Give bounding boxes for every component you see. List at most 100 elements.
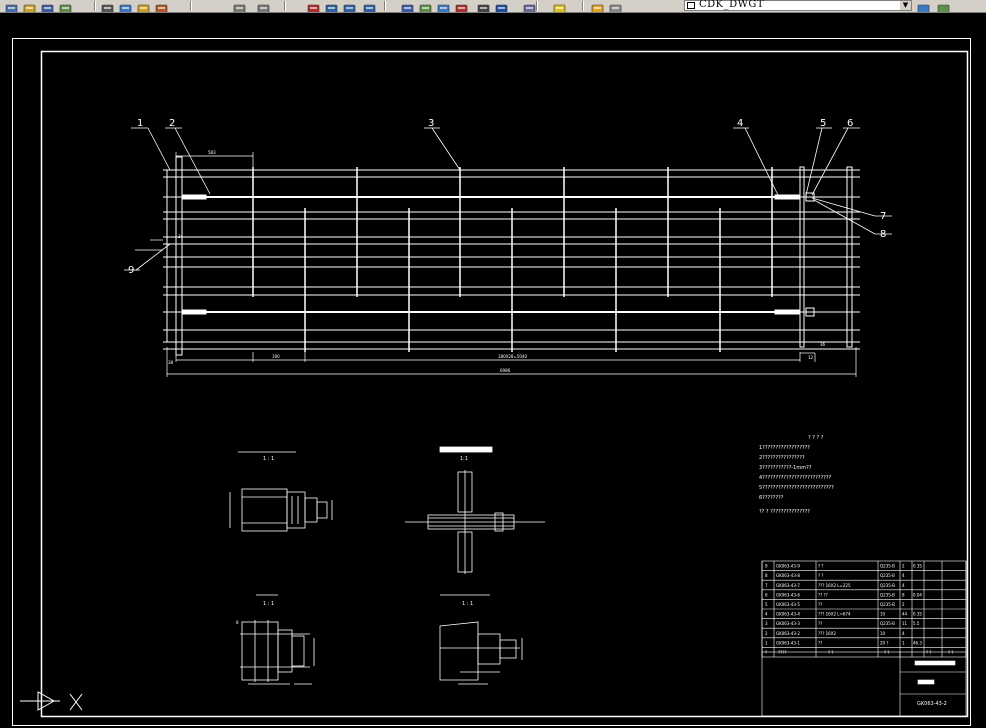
bom-weight: 0.04 [913,592,922,597]
bom-name: ? ? [818,573,824,578]
cut-icon[interactable] [100,0,115,12]
baffles [252,167,773,352]
drawing-number: GK063-43-2 [917,701,947,707]
bom-qty: 11 [902,621,908,626]
copy-icon[interactable] [118,0,133,12]
dim-first-gap: 190 [272,354,280,359]
zoom-window-icon[interactable] [342,0,357,12]
layer-on-icon[interactable] [552,0,567,12]
bom-no: 1 [765,640,768,645]
dim-overall: 6986 [500,368,511,373]
toolbar-separator [284,1,286,11]
bom-code: GK063-43-5 [776,602,800,607]
bom-code: GK063-43-2 [776,631,800,636]
layer-lock-icon[interactable] [608,0,623,12]
balloon-4: 4 [737,118,743,129]
bom-no: 2 [765,631,768,636]
save-icon[interactable] [40,0,55,12]
left-end-plate [175,156,183,356]
bom-code: GK063-43-4 [776,612,800,617]
tie-rod-end-left-top [181,194,207,200]
chevron-down-icon[interactable]: ▼ [900,1,911,10]
bom-weight: 0.35 [913,612,922,617]
properties-icon[interactable] [400,0,415,12]
bom-material: 10 [880,612,886,617]
bom-header-weight: ? ? [948,650,954,655]
bom-name: ?? [818,640,822,645]
bom-header-name: ? ? [828,650,834,655]
detail-view-d: 1 : 1 [439,594,523,685]
drawing-canvas[interactable]: 583 38 190 180X28=5040 6986 12 36 34 1 2… [0,12,986,728]
paste-icon[interactable] [136,0,151,12]
dim-right-end: 36 [820,342,826,347]
tie-rod-end-right-top [774,194,800,200]
bom-no: 6 [765,592,768,597]
calculator-icon[interactable] [476,0,491,12]
detail-c-scale: 1 : 1 [263,601,274,607]
layer-name: CDK_DWGT [699,0,765,10]
bom-material: Q235-B [880,583,895,588]
new-icon[interactable] [4,0,19,12]
bom-qty: 4 [902,583,905,588]
bom-no: 7 [765,583,768,588]
zoom-realtime-icon[interactable] [324,0,339,12]
detail-view-a: 1 : 1 [229,451,333,532]
redo-icon[interactable] [256,0,271,12]
bom-name: ??? 16X2 L=225 [818,583,851,588]
bom-code: GK063-43-7 [776,583,800,588]
bom-weight: 46.3 [913,640,922,645]
outer-border [12,38,971,726]
note-6: 6???????? [759,495,784,501]
toolbar-separator [94,1,96,11]
pan-icon[interactable] [306,0,321,12]
bom-name: ??? 16X2 [818,631,836,636]
balloon-7: 7 [880,211,886,222]
dim-left-pitch: 34 [178,234,184,239]
plot-icon[interactable] [58,0,73,12]
bom-code: GK063-43-1 [776,640,800,645]
detail-view-c: 1 : 1 8 [236,594,315,685]
layer-freeze-icon[interactable] [590,0,605,12]
balloon-6: 6 [847,118,853,129]
undo-icon[interactable] [232,0,247,12]
bom-name: ??? 16X2 L=674 [818,612,851,617]
tool-palettes-icon[interactable] [436,0,451,12]
bom-qty: 8 [902,592,905,597]
design-center-icon[interactable] [418,0,433,12]
help-icon[interactable] [494,0,509,12]
bom-material: Q235-B [880,573,895,578]
bom-no: 3 [765,621,768,626]
layer-manager-icon[interactable] [522,0,537,12]
note-5: 5??????????????????????????? [759,485,834,491]
layer-previous-icon[interactable] [936,0,951,12]
layer-dropdown[interactable]: CDK_DWGT ▼ [684,0,912,11]
zoom-previous-icon[interactable] [362,0,377,12]
bom-code: GK063-43-6 [776,592,800,597]
tie-rod-end-right-bottom [774,309,800,315]
bom-material: Q235-B [880,602,895,607]
note-4: 4?????????????????????????? [759,475,832,481]
bom-code: GK063-43-8 [776,573,800,578]
bom-material: Q235-B [880,621,895,626]
bom-qty: 4 [902,631,905,636]
bom-material: 10 [880,631,886,636]
title-block: GK063-43-2 [761,651,967,717]
bom-qty: 2 [902,564,905,569]
bom-name: ? ? [818,564,824,569]
bom-header-material: ? ? [926,650,932,655]
tie-rod-end-left-bottom [181,309,207,315]
make-layer-current-icon[interactable] [916,0,931,12]
balloon-2: 2 [169,118,175,129]
bom-qty: 4 [902,573,905,578]
sheet-set-icon[interactable] [454,0,469,12]
bom-weight: 0.35 [913,564,922,569]
bom-no: 4 [765,612,768,617]
detail-view-b: 1:1 [405,446,545,574]
bom-material: 20 ? [880,640,888,645]
match-properties-icon[interactable] [154,0,169,12]
bom-code: GK063-43-9 [776,564,800,569]
bom-qty: 2 [902,602,905,607]
toolbar-separator [384,1,386,11]
balloon-8: 8 [880,229,886,240]
open-icon[interactable] [22,0,37,12]
